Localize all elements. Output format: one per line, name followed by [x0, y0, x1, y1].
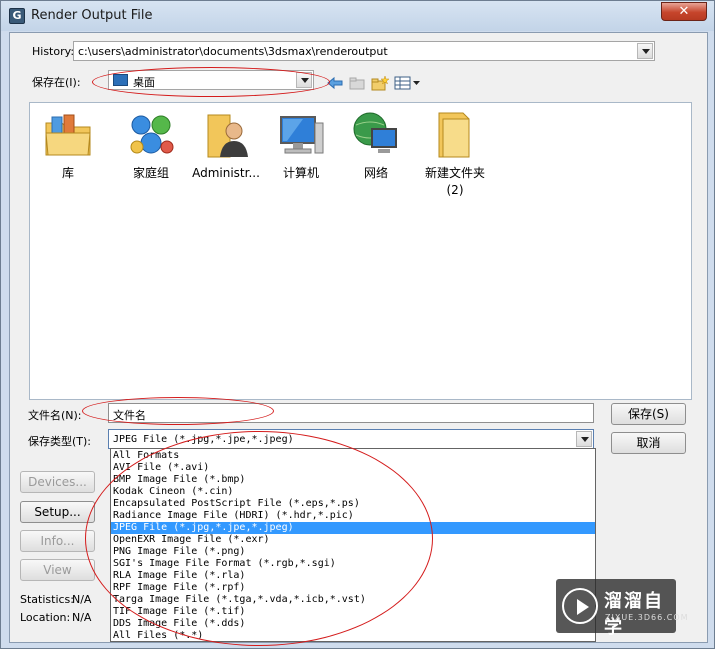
- app-icon: G: [9, 8, 25, 24]
- file-item-administrator[interactable]: Administr...: [190, 109, 262, 182]
- file-list-pane[interactable]: 库 家庭组 Administr... 计算机 网络 新建文件夹 (2): [29, 102, 692, 400]
- filetype-label: 保存类型(T):: [28, 435, 92, 448]
- folder-icon: [429, 109, 481, 161]
- file-item-name: 网络: [363, 166, 388, 180]
- annotation-ellipse: [82, 397, 274, 425]
- info-button[interactable]: Info...: [20, 530, 95, 552]
- save-in-label: 保存在(I):: [32, 76, 81, 89]
- watermark: 溜溜自学 ZIXUE.3D66.COM: [556, 579, 688, 638]
- render-output-dialog: G Render Output File ✕ History: c:\users…: [0, 0, 715, 649]
- annotation-ellipse: [92, 67, 330, 97]
- setup-button[interactable]: Setup...: [20, 501, 95, 523]
- network-icon: [350, 109, 402, 161]
- history-label: History:: [32, 45, 75, 58]
- library-folder-icon: [42, 109, 94, 161]
- cancel-button[interactable]: 取消: [611, 432, 686, 454]
- file-item-name: 库: [61, 166, 74, 180]
- view-menu-icon[interactable]: [394, 75, 422, 91]
- chevron-down-icon[interactable]: [576, 431, 592, 447]
- play-logo-icon: [562, 588, 598, 624]
- file-item-library[interactable]: 库: [32, 109, 104, 182]
- file-item-name: 新建文件夹 (2): [424, 166, 485, 197]
- user-folder-icon: [200, 109, 252, 161]
- statistics-value: N/A: [72, 593, 92, 606]
- location-value: N/A: [72, 611, 92, 624]
- devices-button[interactable]: Devices...: [20, 471, 95, 493]
- view-button[interactable]: View: [20, 559, 95, 581]
- new-folder-icon[interactable]: [371, 75, 389, 91]
- homegroup-icon: [125, 109, 177, 161]
- watermark-url: ZIXUE.3D66.COM: [605, 613, 689, 622]
- save-button[interactable]: 保存(S): [611, 403, 686, 425]
- file-item-new-folder[interactable]: 新建文件夹 (2): [415, 109, 495, 199]
- window-title: Render Output File: [31, 8, 153, 23]
- close-button[interactable]: ✕: [661, 2, 707, 21]
- file-item-name: 家庭组: [132, 166, 169, 180]
- chevron-down-icon[interactable]: [637, 43, 653, 59]
- statistics-label: Statistics:: [20, 593, 74, 606]
- annotation-ellipse: [85, 431, 433, 646]
- computer-icon: [275, 109, 327, 161]
- file-item-name: Administr...: [192, 166, 260, 180]
- history-value: c:\users\administrator\documents\3dsmax\…: [78, 45, 388, 58]
- file-item-computer[interactable]: 计算机: [265, 109, 337, 182]
- file-item-name: 计算机: [282, 166, 319, 180]
- filename-label: 文件名(N):: [28, 409, 82, 422]
- dialog-body: History: c:\users\administrator\document…: [9, 32, 708, 646]
- location-label: Location:: [20, 611, 71, 624]
- file-item-network[interactable]: 网络: [340, 109, 412, 182]
- history-combo[interactable]: c:\users\administrator\documents\3dsmax\…: [73, 41, 655, 61]
- title-bar: G Render Output File ✕: [1, 1, 714, 31]
- file-item-homegroup[interactable]: 家庭组: [115, 109, 187, 182]
- up-folder-icon[interactable]: [348, 75, 366, 91]
